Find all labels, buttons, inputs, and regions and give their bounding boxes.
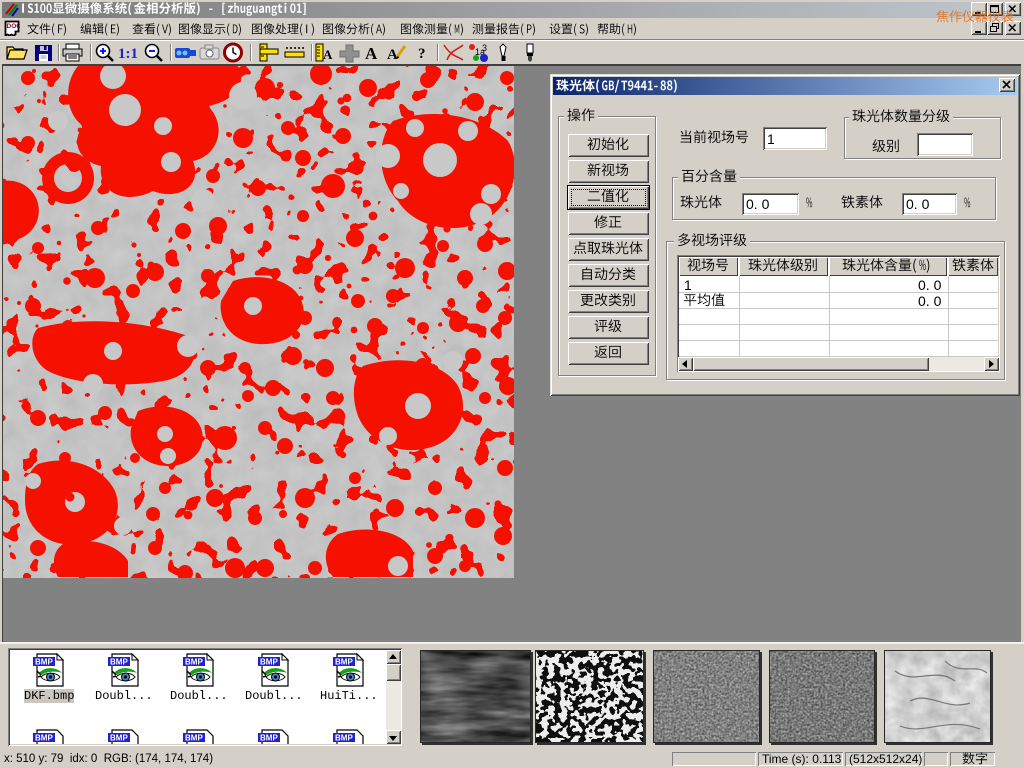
svg-text:A: A <box>323 47 333 62</box>
svg-text:BMP: BMP <box>35 658 53 667</box>
svg-text:A: A <box>387 47 398 63</box>
svg-text:3: 3 <box>482 43 487 53</box>
svg-text:DOC: DOC <box>7 23 21 30</box>
svg-text:A: A <box>365 44 378 63</box>
svg-text:BMP: BMP <box>185 658 203 667</box>
svg-text:?: ? <box>418 46 426 62</box>
svg-text:1:1: 1:1 <box>118 46 138 62</box>
svg-text:BMP: BMP <box>335 658 353 667</box>
svg-text:BMP: BMP <box>110 658 128 667</box>
svg-text:BMP: BMP <box>260 658 278 667</box>
